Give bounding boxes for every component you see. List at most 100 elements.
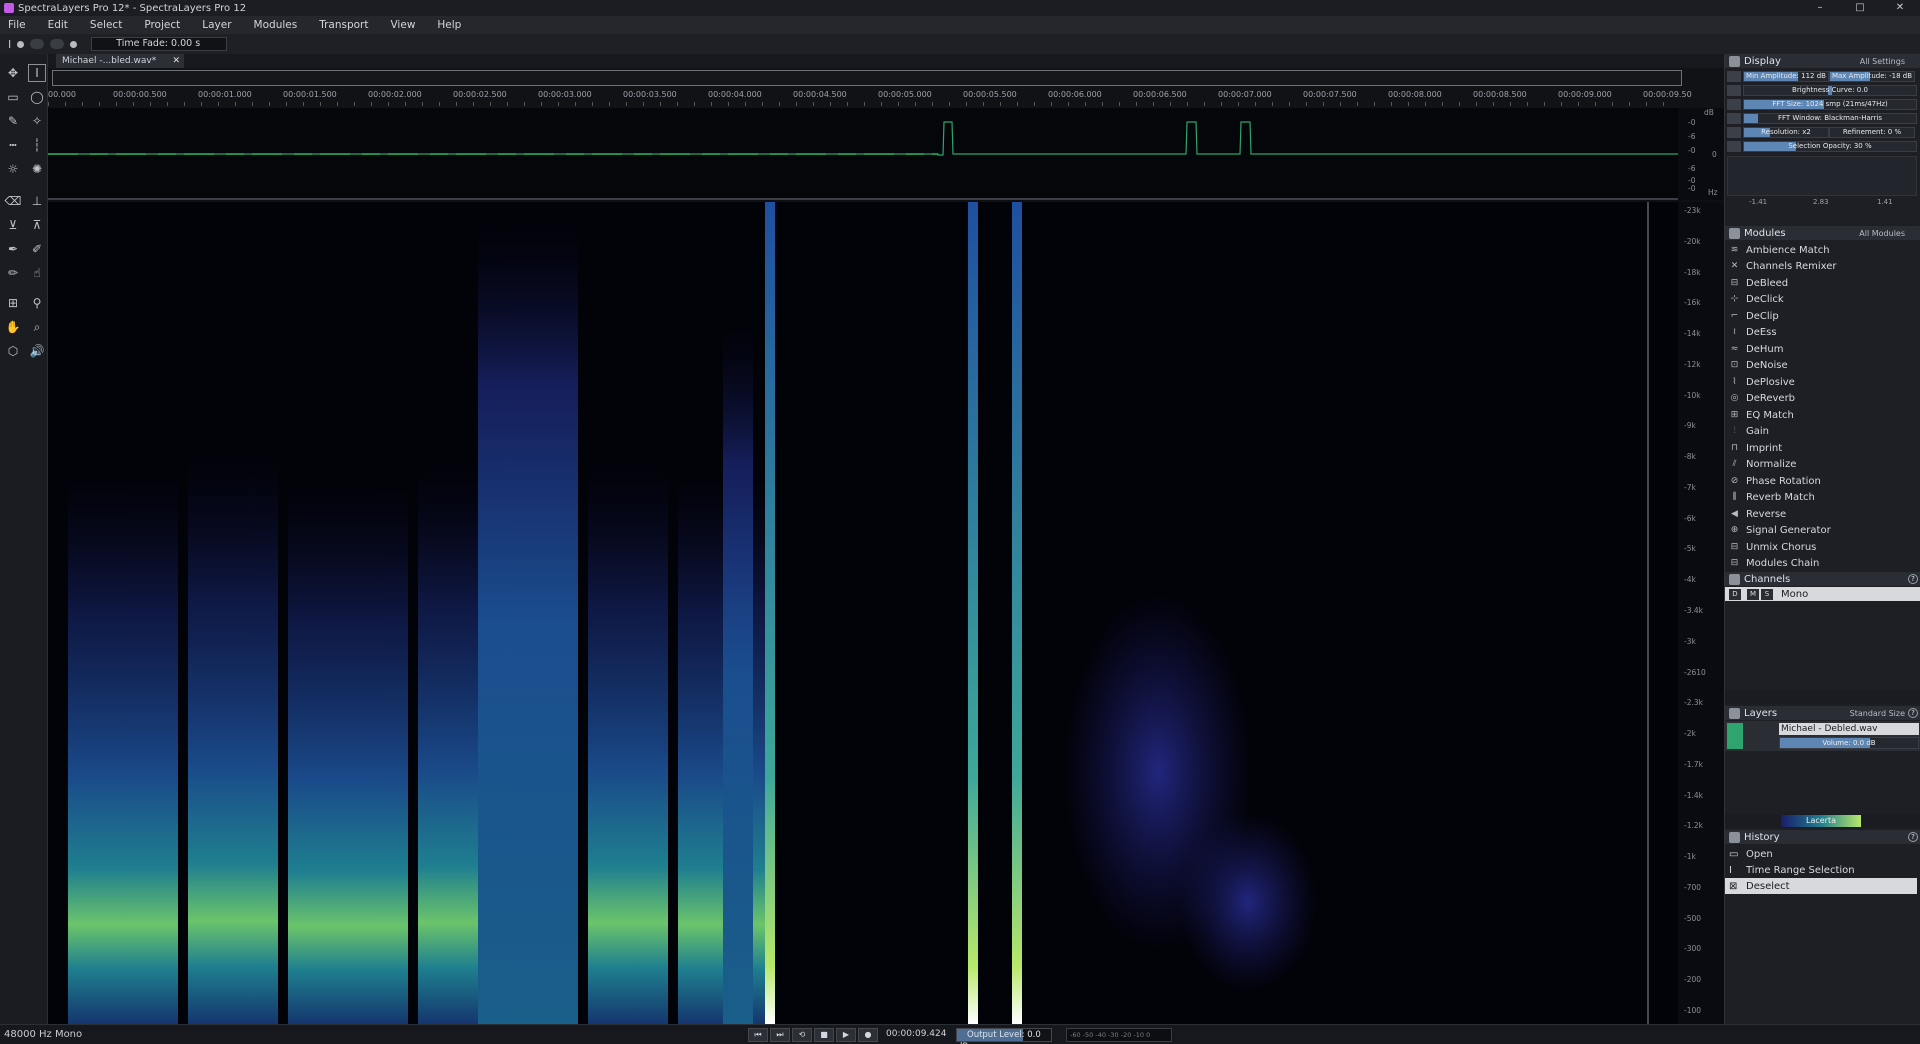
menu-project[interactable]: Project bbox=[144, 19, 180, 31]
channels-help-icon[interactable]: ? bbox=[1908, 574, 1918, 584]
module-item[interactable]: ⊟ DeBleed bbox=[1725, 275, 1917, 291]
module-item[interactable]: ◀ Reverse bbox=[1725, 506, 1917, 522]
modules-filter-dropdown[interactable]: All Modules bbox=[1859, 229, 1905, 238]
module-item[interactable]: ⊕ Signal Generator bbox=[1725, 523, 1917, 539]
layers-size-dropdown[interactable]: Standard Size bbox=[1850, 709, 1905, 718]
time-selection-tool-icon[interactable]: I bbox=[28, 64, 46, 82]
module-item[interactable]: ⊟ Modules Chain bbox=[1725, 556, 1917, 572]
rectangle-select-icon[interactable]: ▭ bbox=[4, 88, 22, 106]
module-item[interactable]: ≀ DeEss bbox=[1725, 325, 1917, 341]
pen-icon[interactable]: ✒ bbox=[4, 240, 22, 258]
module-item[interactable]: ⊞ EQ Match bbox=[1725, 407, 1917, 423]
lasso-icon[interactable]: ◯ bbox=[28, 88, 46, 106]
spectrogram-view[interactable] bbox=[48, 202, 1678, 1024]
module-item[interactable]: ⫼ Reverb Match bbox=[1725, 490, 1917, 506]
resolution-slider[interactable]: Resolution: x2 bbox=[1743, 127, 1829, 138]
option-toggle-2[interactable] bbox=[50, 39, 65, 49]
zoom-icon[interactable]: ⌕ bbox=[28, 318, 46, 336]
go-to-end-icon[interactable]: ⏭ bbox=[770, 1028, 790, 1042]
menu-transport[interactable]: Transport bbox=[319, 19, 368, 31]
modules-panel-header[interactable]: Modules All Modules bbox=[1725, 226, 1920, 240]
frequency-select-icon[interactable]: ┅ bbox=[4, 136, 22, 154]
brightness-slider[interactable]: Brightness Curve: 0.0 bbox=[1743, 85, 1917, 96]
layer-volume-slider[interactable]: Volume: 0.0 dB bbox=[1779, 737, 1919, 749]
history-help-icon[interactable]: ? bbox=[1908, 832, 1918, 842]
channel-s-button[interactable]: S bbox=[1761, 588, 1773, 600]
layers-panel-header[interactable]: Layers Standard Size ? bbox=[1725, 706, 1920, 720]
max-amplitude-slider[interactable]: Max Amplitude: -18 dB bbox=[1829, 71, 1915, 82]
speaker-icon[interactable]: 🔊 bbox=[28, 342, 46, 360]
record-icon[interactable]: ● bbox=[858, 1028, 878, 1042]
history-item-selected[interactable]: ⊠ Deselect bbox=[1725, 878, 1917, 894]
output-level-slider[interactable]: Output Level: 0.0 dB bbox=[956, 1028, 1052, 1044]
play-icon[interactable]: ▶ bbox=[836, 1028, 856, 1042]
stop-icon[interactable]: ■ bbox=[814, 1028, 834, 1042]
harmonic-icon[interactable]: ☼ bbox=[4, 160, 22, 178]
tab-document[interactable]: Michael -...bled.wav* ✕ bbox=[56, 54, 184, 68]
eyedropper-icon[interactable]: ⚲ bbox=[28, 294, 46, 312]
move-tool-icon[interactable]: ✥ bbox=[4, 64, 22, 82]
colormap-dropdown[interactable]: Lacerta bbox=[1781, 815, 1861, 827]
module-item[interactable]: ◎ DeReverb bbox=[1725, 391, 1917, 407]
channel-row[interactable]: D M S Mono bbox=[1725, 587, 1920, 601]
history-panel-header[interactable]: History ? bbox=[1725, 830, 1920, 844]
layers-help-icon[interactable]: ? bbox=[1908, 708, 1918, 718]
time-ruler[interactable]: 00.000 00:00:00.500 00:00:01.000 00:00:01.5… bbox=[48, 68, 1724, 108]
paintbrush-icon[interactable]: ✐ bbox=[28, 240, 46, 258]
maximize-button[interactable]: □ bbox=[1840, 0, 1880, 16]
waveform-view[interactable] bbox=[48, 108, 1678, 200]
time-fade-field[interactable]: Time Fade: 0.00 s bbox=[91, 37, 228, 51]
menu-edit[interactable]: Edit bbox=[48, 19, 68, 31]
3d-view-icon[interactable]: ⬡ bbox=[4, 342, 22, 360]
display-settings-dropdown[interactable]: All Settings bbox=[1860, 57, 1905, 66]
module-item[interactable]: ⊹ DeClick bbox=[1725, 292, 1917, 308]
option-toggle-1[interactable] bbox=[30, 39, 45, 49]
menu-modules[interactable]: Modules bbox=[254, 19, 298, 31]
module-item[interactable]: ⌇ DePlosive bbox=[1725, 374, 1917, 390]
refinement-slider[interactable]: Refinement: 0 % bbox=[1829, 127, 1915, 138]
module-item[interactable]: ≈ DeHum bbox=[1725, 341, 1917, 357]
module-item[interactable]: ⊘ Phase Rotation bbox=[1725, 473, 1917, 489]
channel-m-button[interactable]: M bbox=[1747, 588, 1759, 600]
stamp-icon[interactable]: ⊥ bbox=[28, 192, 46, 210]
fft-window-slider[interactable]: FFT Window: Blackman-Harris bbox=[1743, 113, 1917, 124]
brush-select-icon[interactable]: ✎ bbox=[4, 112, 22, 130]
menu-layer[interactable]: Layer bbox=[202, 19, 231, 31]
module-item[interactable]: ⌐ DeClip bbox=[1725, 308, 1917, 324]
menu-select[interactable]: Select bbox=[90, 19, 122, 31]
channels-panel-header[interactable]: Channels ? bbox=[1725, 572, 1920, 586]
module-item[interactable]: ⊓ Imprint bbox=[1725, 440, 1917, 456]
go-to-start-icon[interactable]: ⏮ bbox=[748, 1028, 768, 1042]
amplitude-tool-icon[interactable]: ⊻ bbox=[4, 216, 22, 234]
layer-row[interactable]: Michael - Debled.wav Volume: 0.0 dB bbox=[1725, 721, 1920, 751]
eraser-icon[interactable]: ⌫ bbox=[4, 192, 22, 210]
menu-file[interactable]: File bbox=[8, 19, 26, 31]
option-toggle-3[interactable] bbox=[70, 40, 78, 48]
magic-wand-icon[interactable]: ✧ bbox=[28, 112, 46, 130]
loop-icon[interactable]: ⟲ bbox=[792, 1028, 812, 1042]
history-item[interactable]: ▭ Open bbox=[1725, 846, 1917, 862]
layer-name[interactable]: Michael - Debled.wav bbox=[1779, 723, 1919, 735]
menu-view[interactable]: View bbox=[390, 19, 415, 31]
module-item[interactable]: ≋ Ambience Match bbox=[1725, 242, 1917, 258]
channel-d-button[interactable]: D bbox=[1729, 588, 1741, 600]
module-item[interactable]: ⫽ Normalize bbox=[1725, 457, 1917, 473]
time-select-icon[interactable]: ┆ bbox=[28, 136, 46, 154]
hand-icon[interactable]: ✋ bbox=[4, 318, 22, 336]
tab-close-icon[interactable]: ✕ bbox=[172, 54, 180, 68]
option-dot[interactable] bbox=[17, 40, 25, 48]
close-window-button[interactable]: ✕ bbox=[1880, 0, 1920, 16]
min-amplitude-slider[interactable]: Min Amplitude: 112 dB bbox=[1743, 71, 1829, 82]
crop-icon[interactable]: ⊞ bbox=[4, 294, 22, 312]
fft-size-slider[interactable]: FFT Size: 1024 smp (21ms/47Hz) bbox=[1743, 99, 1917, 110]
overview-scrollbar[interactable] bbox=[52, 70, 1682, 86]
module-item[interactable]: ⫶ Gain bbox=[1725, 424, 1917, 440]
minimize-button[interactable]: – bbox=[1800, 0, 1840, 16]
module-item[interactable]: ⊟ Unmix Chorus bbox=[1725, 539, 1917, 555]
draw-icon[interactable]: ✏ bbox=[4, 264, 22, 282]
selection-opacity-slider[interactable]: Selection Opacity: 30 % bbox=[1743, 141, 1917, 152]
module-item[interactable]: ⊡ DeNoise bbox=[1725, 358, 1917, 374]
display-panel-header[interactable]: Display All Settings bbox=[1725, 54, 1920, 68]
menu-help[interactable]: Help bbox=[437, 19, 461, 31]
clone-tool-icon[interactable]: ⊼ bbox=[28, 216, 46, 234]
